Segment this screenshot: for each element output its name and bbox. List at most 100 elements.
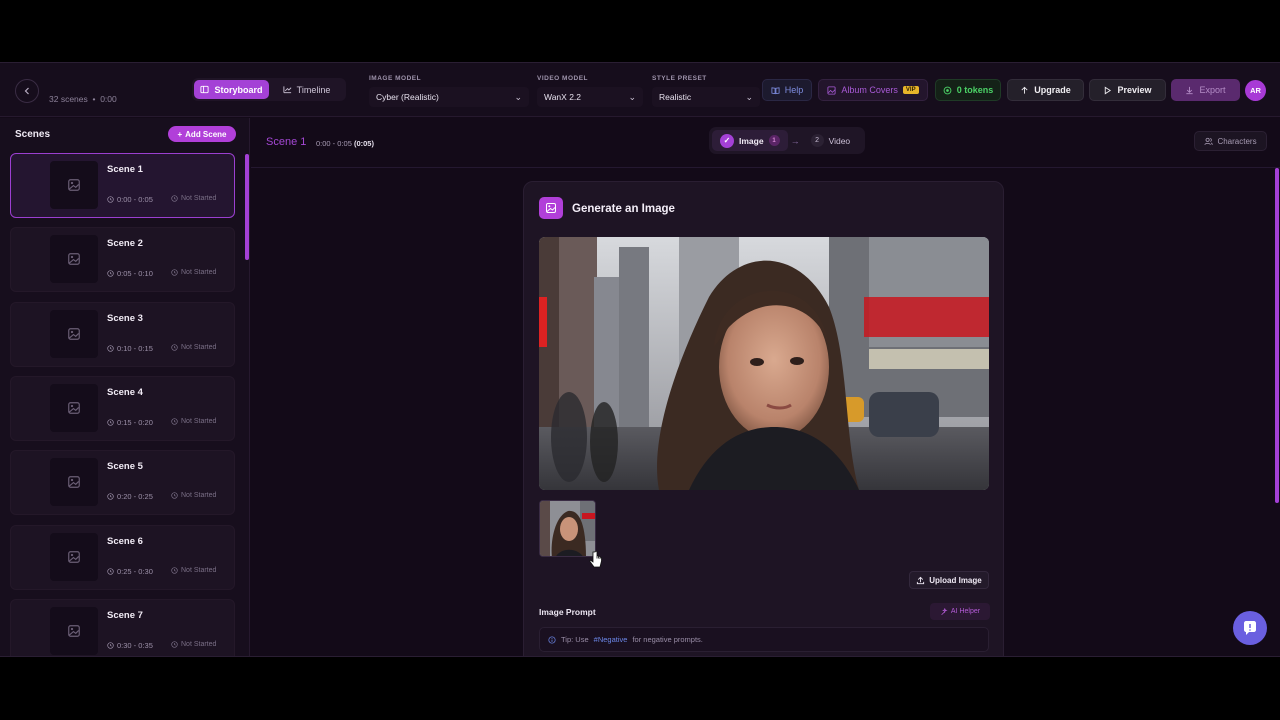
scene-thumbnail (50, 606, 98, 655)
ai-helper-button[interactable]: AI Helper (930, 603, 990, 620)
image-thumbnail[interactable] (539, 500, 596, 557)
book-icon (771, 86, 780, 94)
scene-card[interactable]: Scene 4 0:15 - 0:20 Not Started (10, 375, 235, 441)
storyboard-icon (200, 85, 210, 94)
video-model-select[interactable]: WanX 2.2 ⌄ (537, 87, 643, 107)
scene-thumbnail (50, 235, 98, 284)
step-video-label: Video (828, 135, 851, 146)
upload-icon (917, 576, 925, 584)
scene-duration: (0:05) (353, 139, 374, 148)
scene-card[interactable]: Scene 2 0:05 - 0:10 Not Started (10, 227, 235, 293)
scene-status-text: Not Started (181, 195, 217, 202)
scene-status: Not Started (171, 567, 216, 574)
main-scrollbar[interactable] (1275, 168, 1279, 503)
top-bar: 32 scenes • 0:00 Storyboard Timeline IMA… (0, 63, 1280, 117)
preview-button[interactable]: Preview (1089, 79, 1166, 101)
tip-prefix: Tip: Use (561, 635, 589, 644)
letterbox-bottom (0, 657, 1280, 720)
tip-keyword: #Negative (593, 635, 628, 644)
scene-status: Not Started (171, 641, 216, 648)
album-covers-button[interactable]: Album Covers VIP (818, 79, 928, 101)
tokens-button[interactable]: 0 tokens (935, 79, 1001, 101)
scene-count: 32 scenes • 0:00 (49, 94, 117, 104)
image-placeholder-icon (68, 253, 80, 266)
users-icon (1204, 137, 1214, 145)
scene-card[interactable]: Scene 6 0:25 - 0:30 Not Started (10, 524, 235, 590)
chat-icon (1244, 621, 1256, 635)
image-placeholder-icon (68, 550, 80, 563)
plus-icon: + (177, 129, 183, 139)
scene-status: Not Started (171, 344, 216, 351)
step-image[interactable]: ✓ Image 1 (712, 130, 788, 151)
status-clock-icon (171, 641, 178, 648)
scene-card[interactable]: Scene 1 0:00 - 0:05 Not Started (10, 153, 235, 218)
add-scene-button[interactable]: + Add Scene (168, 126, 236, 142)
scene-time: 0:00 - 0:05 (107, 195, 153, 204)
upgrade-button[interactable]: Upgrade (1007, 79, 1084, 101)
image-icon (539, 197, 563, 219)
total-duration: 0:00 (100, 94, 117, 104)
scene-card[interactable]: Scene 5 0:20 - 0:25 Not Started (10, 450, 235, 516)
export-button[interactable]: Export (1171, 79, 1240, 101)
ai-helper-label: AI Helper (950, 608, 981, 615)
preview-label: Preview (1117, 85, 1152, 95)
tokens-label: 0 tokens (956, 85, 994, 95)
tab-timeline[interactable]: Timeline (269, 80, 344, 99)
scene-status: Not Started (171, 195, 216, 202)
add-scene-label: Add Scene (185, 129, 227, 139)
app-window: 32 scenes • 0:00 Storyboard Timeline IMA… (0, 62, 1280, 657)
separator-dot: • (90, 94, 101, 104)
clock-icon (107, 567, 114, 575)
help-button[interactable]: Help (762, 79, 812, 101)
video-model-value: WanX 2.2 (544, 92, 582, 102)
prompt-tip: Tip: Use #Negative for negative prompts. (539, 627, 989, 652)
scene-time-text: 0:05 - 0:10 (117, 269, 153, 279)
image-placeholder-icon (68, 402, 80, 414)
letterbox-top (0, 0, 1280, 62)
tab-storyboard[interactable]: Storyboard (194, 80, 269, 99)
clock-icon (107, 270, 114, 277)
download-icon (1186, 86, 1194, 94)
chevron-down-icon: ⌄ (628, 91, 636, 102)
image-model-select[interactable]: Cyber (Realistic) ⌄ (369, 87, 529, 107)
clock-icon (107, 196, 114, 203)
view-toggle: Storyboard Timeline (192, 78, 346, 101)
clock-icon (107, 344, 114, 352)
avatar[interactable]: AR (1245, 80, 1266, 101)
scene-status-text: Not Started (181, 417, 217, 425)
characters-label: Characters (1217, 136, 1257, 146)
scene-thumbnail (50, 383, 98, 432)
step-video[interactable]: 2 Video (803, 130, 859, 151)
style-preset-select[interactable]: Realistic ⌄ (652, 87, 760, 107)
scene-thumbnail (50, 458, 98, 507)
chevron-left-icon (24, 87, 29, 95)
play-icon (1105, 86, 1112, 94)
back-button[interactable] (15, 79, 39, 103)
status-clock-icon (171, 269, 178, 276)
scene-card[interactable]: Scene 7 0:30 - 0:35 Not Started (10, 598, 235, 656)
sidebar-scrollbar[interactable] (245, 154, 249, 260)
scene-status: Not Started (171, 418, 216, 425)
image-icon (827, 85, 836, 95)
scene-card[interactable]: Scene 3 0:10 - 0:15 Not Started (10, 301, 235, 367)
scene-name: Scene 7 (107, 609, 143, 621)
generated-image[interactable] (539, 237, 989, 490)
tab-storyboard-label: Storyboard (214, 84, 263, 95)
sidebar-title: Scenes (15, 129, 51, 140)
scene-thumbnail (50, 532, 98, 581)
status-clock-icon (171, 195, 178, 202)
arrow-right-icon: → (790, 135, 800, 146)
current-scene-time: 0:00 - 0:05 (0:05) (316, 139, 374, 148)
upgrade-label: Upgrade (1034, 85, 1071, 95)
chat-support-button[interactable] (1233, 611, 1267, 645)
status-clock-icon (171, 566, 178, 574)
step-image-badge: 1 (768, 135, 780, 146)
scene-status-text: Not Started (181, 566, 217, 574)
wand-icon (941, 607, 948, 615)
upload-image-button[interactable]: Upload Image (909, 571, 989, 589)
image-placeholder-icon (68, 624, 80, 637)
image-placeholder-icon (68, 179, 80, 191)
scene-time-text: 0:30 - 0:35 (117, 640, 153, 650)
scene-thumbnail (50, 309, 98, 358)
characters-button[interactable]: Characters (1194, 131, 1267, 151)
